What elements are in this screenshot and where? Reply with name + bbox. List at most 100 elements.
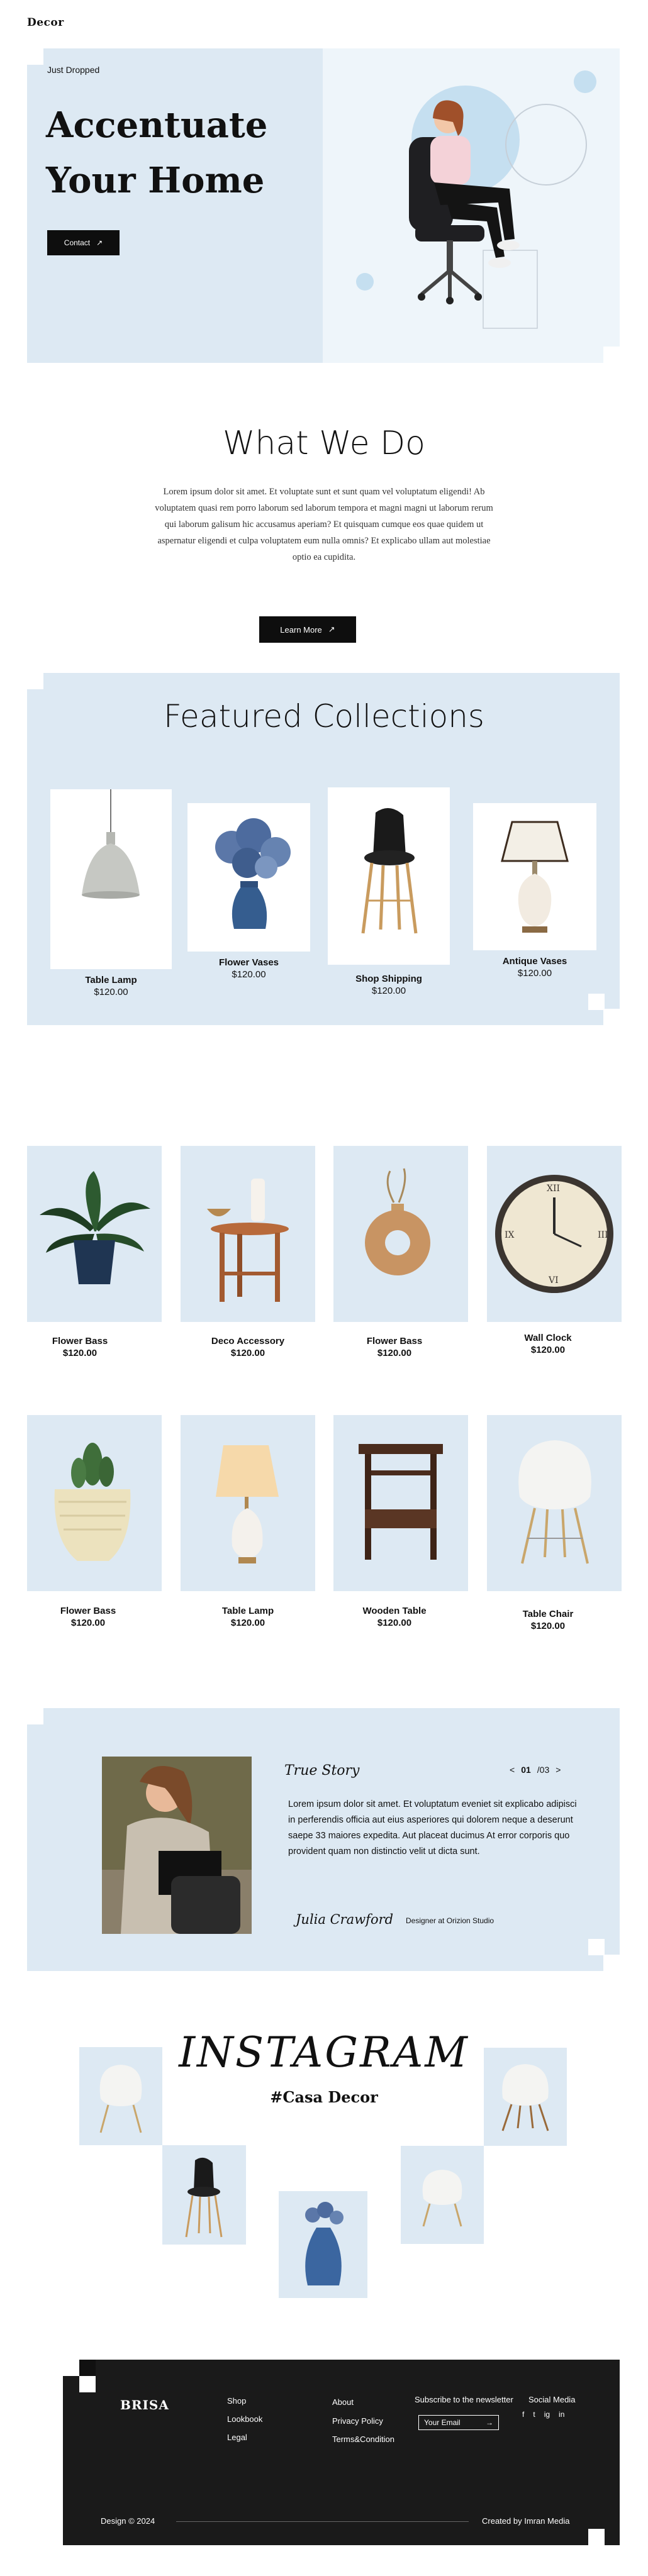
arrow-up-right-icon: ↗ [328, 625, 335, 634]
product-tile[interactable] [27, 1415, 162, 1591]
product-price: $120.00 [377, 1348, 412, 1358]
learn-more-label: Learn More [280, 625, 322, 635]
what-we-do-title: What We Do [223, 425, 425, 462]
linkedin-icon[interactable]: in [559, 2410, 564, 2419]
product-price: $120.00 [70, 1618, 106, 1628]
pager-current: 01 [521, 1765, 531, 1775]
testimonial-title: True Story [284, 1763, 360, 1779]
product-price: $120.00 [230, 1618, 265, 1628]
corner-square [27, 673, 43, 689]
testimonial-text: Lorem ipsum dolor sit amet. Et voluptatu… [288, 1799, 577, 1857]
product-name: Wall Clock [524, 1333, 572, 1343]
stool-chair-icon [361, 808, 418, 934]
svg-text:XII: XII [547, 1184, 560, 1194]
product-name: Wooden Table [362, 1606, 427, 1616]
table-lamp-icon [501, 821, 569, 933]
corner-square [588, 1939, 605, 1955]
featured-card-price: $120.00 [232, 969, 266, 980]
product-tile[interactable] [333, 1146, 468, 1322]
email-placeholder: Your Email [424, 2418, 461, 2427]
side-table-icon [207, 1179, 289, 1302]
potted-plant-icon [40, 1171, 150, 1284]
corner-square [588, 994, 605, 1010]
footer-link-shop[interactable]: Shop [227, 2396, 246, 2406]
featured-card-shop-shipping[interactable] [328, 787, 450, 965]
social-label: Social Media [528, 2395, 576, 2404]
featured-card-price: $120.00 [371, 985, 406, 996]
product-price: $120.00 [530, 1345, 566, 1355]
product-tile[interactable]: XII III VI IX [487, 1146, 622, 1322]
product-name: Flower Bass [60, 1606, 116, 1616]
what-we-do-text: Lorem ipsum dolor sit amet. Et voluptate… [155, 487, 493, 562]
flower-vase-icon [305, 2202, 344, 2285]
testimonial-photo [102, 1757, 252, 1934]
social-icons: f t ig in [522, 2410, 564, 2419]
svg-text:III: III [598, 1230, 608, 1240]
svg-text:VI: VI [548, 1275, 559, 1285]
arrow-right-icon[interactable]: → [486, 2418, 493, 2427]
product-tile[interactable] [487, 1415, 622, 1591]
instagram-post[interactable] [162, 2145, 246, 2245]
corner-square [603, 1955, 620, 1971]
cactus-pot-icon [54, 1443, 131, 1561]
newsletter-email-input[interactable]: Your Email → [418, 2415, 499, 2430]
featured-card-price: $120.00 [517, 968, 552, 979]
contact-button-label: Contact [64, 238, 91, 247]
product-name: Flower Bass [52, 1336, 108, 1346]
pendant-lamp-icon [82, 789, 140, 899]
white-chair-icon [99, 2065, 142, 2133]
white-chair-icon [422, 2170, 462, 2227]
instagram-icon[interactable]: ig [544, 2410, 550, 2419]
footer-copyright: Design © 2024 [101, 2516, 155, 2526]
featured-card-name: Table Lamp [85, 975, 137, 985]
footer-divider [176, 2521, 469, 2522]
chevron-right-icon[interactable]: > [556, 1765, 561, 1775]
featured-card-table-lamp[interactable] [50, 789, 172, 969]
product-price: $120.00 [530, 1621, 566, 1631]
stool-chair-icon [185, 2157, 223, 2238]
footer-link-terms[interactable]: Terms&Condition [332, 2434, 394, 2444]
table-lamp-icon [216, 1445, 279, 1563]
contact-button[interactable]: Contact ↗ [47, 230, 120, 255]
footer-brand[interactable]: BRISA [120, 2397, 169, 2412]
instagram-post[interactable] [279, 2191, 367, 2298]
featured-card-name: Flower Vases [218, 957, 279, 968]
footer-link-legal[interactable]: Legal [227, 2433, 247, 2442]
twitter-icon[interactable]: t [533, 2410, 535, 2419]
footer-link-about[interactable]: About [332, 2397, 354, 2407]
hero-title: Accentuate Your Home [46, 104, 268, 201]
learn-more-button[interactable]: Learn More ↗ [259, 616, 356, 643]
product-tile[interactable] [181, 1146, 315, 1322]
testimonial-author: Julia Crawford [296, 1912, 394, 1927]
product-name: Deco Accessory [211, 1336, 285, 1346]
chevron-left-icon[interactable]: < [510, 1765, 515, 1775]
flower-vase-icon [215, 818, 291, 929]
featured-card-flower-vases[interactable] [187, 803, 310, 952]
product-tile[interactable] [27, 1146, 162, 1322]
footer-link-privacy[interactable]: Privacy Policy [332, 2416, 383, 2426]
facebook-icon[interactable]: f [522, 2410, 524, 2419]
instagram-post[interactable] [401, 2146, 484, 2244]
white-chair-icon [501, 2064, 549, 2131]
footer-link-lookbook[interactable]: Lookbook [227, 2414, 262, 2424]
corner-square [603, 1009, 620, 1025]
product-name: Flower Bass [366, 1336, 423, 1346]
instagram-post[interactable] [484, 2048, 567, 2146]
white-chair-icon [518, 1440, 591, 1564]
product-name: Table Chair [522, 1609, 574, 1619]
product-name: Table Lamp [221, 1606, 274, 1616]
hero-woman-chair-illustration [356, 70, 596, 329]
product-price: $120.00 [377, 1618, 412, 1628]
featured-card-price: $120.00 [94, 987, 128, 997]
instagram-post[interactable] [79, 2047, 162, 2145]
testimonial-role: Designer at Orizion Studio [406, 1916, 494, 1925]
product-tile[interactable] [181, 1415, 315, 1591]
wall-clock-icon: XII III VI IX [495, 1175, 613, 1293]
product-tile[interactable] [333, 1415, 468, 1591]
featured-card-antique-vases[interactable] [473, 803, 596, 950]
site-logo[interactable]: Decor [27, 16, 64, 29]
featured-card-name: Antique Vases [502, 956, 567, 967]
corner-square [588, 2529, 605, 2545]
corner-square [27, 1708, 43, 1724]
ring-vase-icon [365, 1168, 430, 1275]
